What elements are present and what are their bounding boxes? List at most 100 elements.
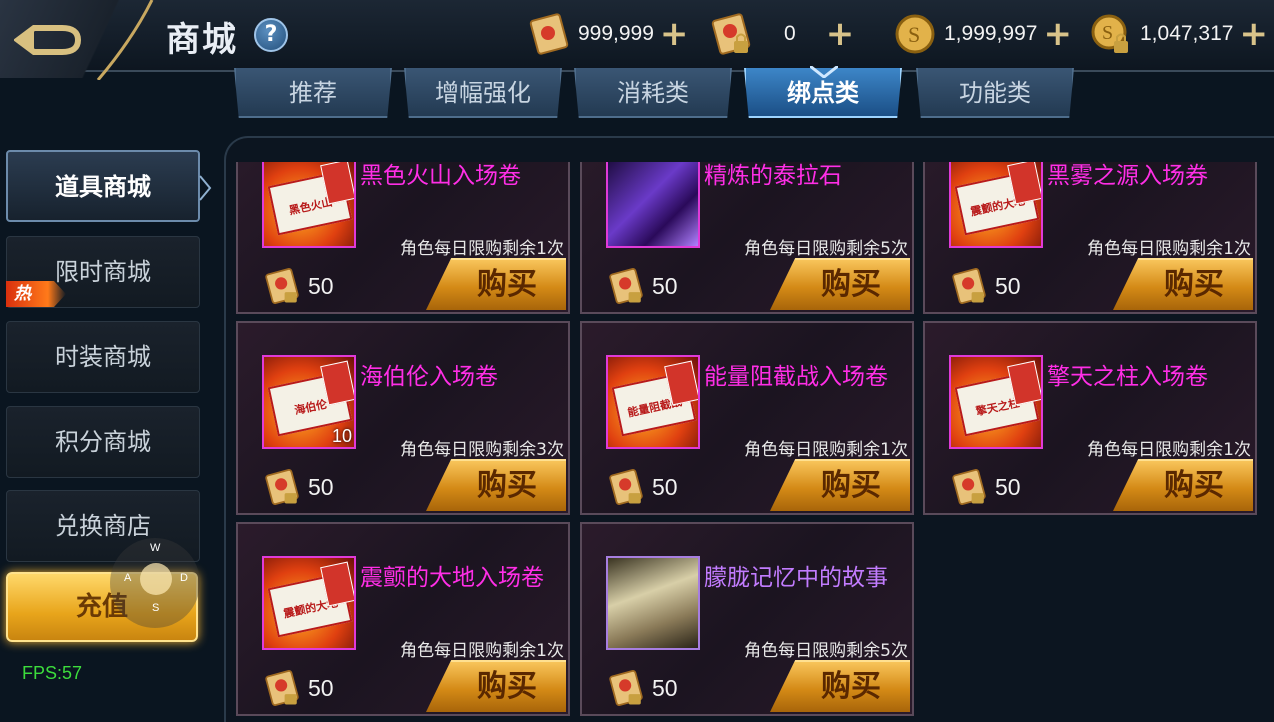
item-thumbnail[interactable]: 震颤的大地	[949, 162, 1043, 248]
shop-item-card: 能量阻截战 能量阻截战入场卷 角色每日限购剩余1次 50 购买	[580, 321, 914, 515]
svg-text:S: S	[908, 22, 920, 47]
price-value: 50	[995, 272, 1021, 299]
page-title: 商城	[166, 20, 238, 60]
price-value: 50	[652, 272, 678, 299]
locked-scroll-ticket-icon	[262, 467, 302, 507]
item-name: 海伯伦入场卷	[360, 364, 498, 390]
price: 50	[262, 266, 334, 306]
locked-scroll-ticket-icon	[262, 266, 302, 306]
item-name: 黑色火山入场卷	[360, 163, 521, 189]
price: 50	[262, 668, 334, 708]
item-name: 精炼的泰拉石	[704, 163, 842, 189]
svg-text:S: S	[1102, 22, 1113, 44]
joystick-key-s: S	[152, 602, 160, 614]
joystick-knob[interactable]	[140, 563, 172, 595]
price: 50	[949, 266, 1021, 306]
hot-badge: 热	[6, 281, 66, 307]
price: 50	[606, 266, 678, 306]
purchase-limit: 角色每日限购剩余5次	[744, 641, 908, 661]
price: 50	[606, 467, 678, 507]
item-grid[interactable]: 黑色火山 黑色火山入场卷 角色每日限购剩余1次 50 购买 精炼的泰拉石 角色每…	[234, 162, 1264, 722]
purchase-limit: 角色每日限购剩余3次	[400, 440, 564, 460]
tab-function[interactable]: 功能类	[916, 68, 1074, 118]
currency-value: 1,999,997	[944, 22, 1038, 45]
top-bar: 商城 ? 999,999 + 0 + S 1,999,997 + S 1,047…	[0, 0, 1274, 80]
currency-locked-scroll: 0 +	[708, 10, 854, 58]
add-currency-button[interactable]: +	[660, 17, 689, 51]
shop-item-card: 朦胧记忆中的故事 角色每日限购剩余5次 50 购买	[580, 522, 914, 716]
shop-item-card: 黑色火山 黑色火山入场卷 角色每日限购剩余1次 50 购买	[236, 162, 570, 314]
shop-item-card: 精炼的泰拉石 角色每日限购剩余5次 50 购买	[580, 162, 914, 314]
purchase-limit: 角色每日限购剩余1次	[744, 440, 908, 460]
item-name: 能量阻截战入场卷	[704, 364, 888, 390]
price-value: 50	[652, 674, 678, 701]
item-name: 震颤的大地入场卷	[360, 565, 544, 591]
locked-scroll-ticket-icon	[262, 668, 302, 708]
price-value: 50	[308, 272, 334, 299]
item-thumbnail[interactable]: 能量阻截战	[606, 355, 700, 449]
buy-button[interactable]: 购买	[1113, 459, 1253, 511]
price-value: 50	[995, 473, 1021, 500]
buy-button[interactable]: 购买	[770, 258, 910, 310]
locked-gold-coin-icon: S	[1088, 11, 1134, 57]
scroll-ticket-icon	[526, 11, 572, 57]
buy-button[interactable]: 购买	[1113, 258, 1253, 310]
buy-button[interactable]: 购买	[426, 459, 566, 511]
item-thumbnail[interactable]	[606, 556, 700, 650]
item-thumbnail[interactable]: 擎天之柱	[949, 355, 1043, 449]
shop-item-card: 海伯伦 10 海伯伦入场卷 角色每日限购剩余3次 50 购买	[236, 321, 570, 515]
currency-value: 1,047,317	[1140, 22, 1234, 45]
buy-button[interactable]: 购买	[426, 258, 566, 310]
shop-item-card: 震颤的大地 黑雾之源入场券 角色每日限购剩余1次 50 购买	[923, 162, 1257, 314]
back-arrow-icon	[14, 25, 82, 55]
add-currency-button[interactable]: +	[826, 17, 855, 51]
item-name: 黑雾之源入场券	[1047, 163, 1208, 189]
joystick-key-a: A	[124, 572, 132, 584]
currency-scroll: 999,999 +	[526, 10, 688, 58]
currency-value: 999,999	[578, 22, 654, 45]
sidebar-item-fashion-shop[interactable]: 时装商城	[6, 321, 200, 393]
buy-button[interactable]: 购买	[770, 660, 910, 712]
price-value: 50	[308, 473, 334, 500]
locked-scroll-ticket-icon	[606, 266, 646, 306]
add-currency-button[interactable]: +	[1043, 17, 1072, 51]
item-name: 擎天之柱入场卷	[1047, 364, 1208, 390]
tab-enhance[interactable]: 增幅强化	[404, 68, 562, 118]
locked-scroll-ticket-icon	[949, 467, 989, 507]
gold-coin-icon: S	[892, 11, 938, 57]
currency-value: 0	[784, 22, 796, 45]
item-quantity: 10	[331, 426, 352, 446]
buy-button[interactable]: 购买	[770, 459, 910, 511]
price: 50	[949, 467, 1021, 507]
shop-item-card: 震颤的大地 震颤的大地入场卷 角色每日限购剩余1次 50 购买	[236, 522, 570, 716]
item-thumbnail[interactable]: 黑色火山	[262, 162, 356, 248]
purchase-limit: 角色每日限购剩余1次	[400, 239, 564, 259]
item-name: 朦胧记忆中的故事	[704, 565, 888, 591]
virtual-joystick[interactable]: W A D S	[110, 538, 200, 628]
item-thumbnail[interactable]	[606, 162, 700, 248]
price: 50	[606, 668, 678, 708]
active-tab-indicator-icon	[810, 66, 838, 78]
buy-button[interactable]: 购买	[426, 660, 566, 712]
tab-recommend[interactable]: 推荐	[234, 68, 392, 118]
shop-item-card: 擎天之柱 擎天之柱入场卷 角色每日限购剩余1次 50 购买	[923, 321, 1257, 515]
price: 50	[262, 467, 334, 507]
sidebar-active-arrow-icon	[199, 175, 212, 201]
price-value: 50	[308, 674, 334, 701]
currency-gold: S 1,999,997 +	[892, 10, 1072, 58]
locked-scroll-ticket-icon	[606, 467, 646, 507]
help-icon[interactable]: ?	[254, 18, 288, 52]
locked-scroll-ticket-icon	[708, 11, 754, 57]
sidebar-item-item-shop[interactable]: 道具商城	[6, 150, 200, 222]
item-thumbnail[interactable]: 震颤的大地	[262, 556, 356, 650]
purchase-limit: 角色每日限购剩余1次	[400, 641, 564, 661]
header-decoration	[96, 0, 154, 80]
sidebar-item-points-shop[interactable]: 积分商城	[6, 406, 200, 478]
purchase-limit: 角色每日限购剩余1次	[1087, 440, 1251, 460]
tab-consumable[interactable]: 消耗类	[574, 68, 732, 118]
purchase-limit: 角色每日限购剩余1次	[1087, 239, 1251, 259]
add-currency-button[interactable]: +	[1239, 17, 1268, 51]
joystick-key-d: D	[180, 572, 188, 584]
item-thumbnail[interactable]: 海伯伦 10	[262, 355, 356, 449]
joystick-key-w: W	[150, 542, 161, 554]
